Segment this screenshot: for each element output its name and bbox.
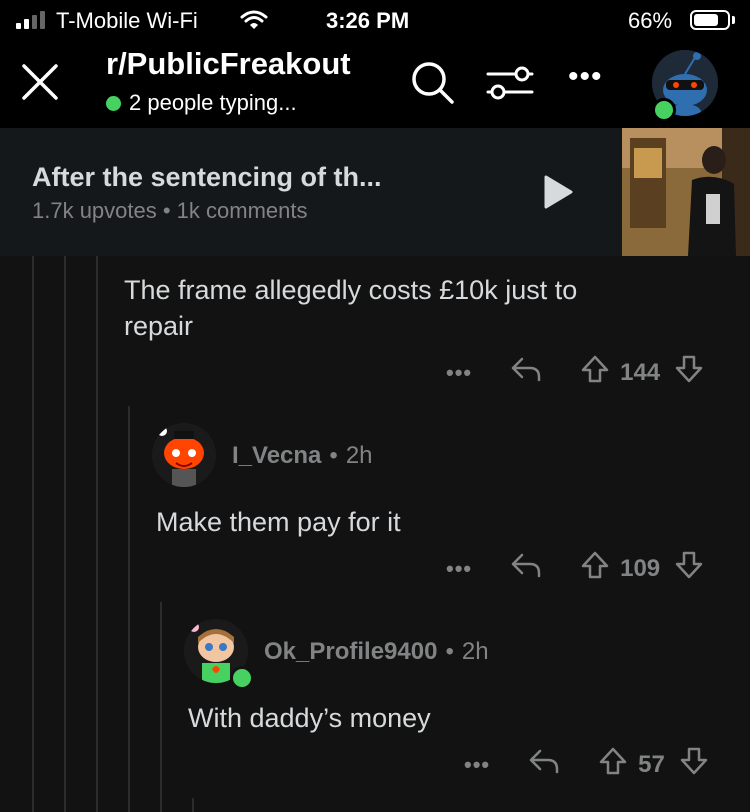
vote-count: 57 (638, 750, 665, 778)
reply-button[interactable] (510, 552, 542, 585)
typing-indicator: 2 people typing... (106, 90, 297, 116)
upvote-button[interactable] (580, 550, 610, 587)
upvote-arrow-icon (581, 355, 609, 383)
thread-line[interactable] (192, 798, 194, 812)
comment-body: The frame allegedly costs £10k just to r… (124, 275, 578, 341)
thread-line[interactable] (96, 256, 98, 812)
snoo-avatar-icon (152, 423, 216, 487)
downvote-button[interactable] (674, 550, 704, 587)
downvote-arrow-icon (675, 355, 703, 383)
play-icon (544, 175, 573, 209)
upvote-button[interactable] (580, 354, 610, 391)
thread-line[interactable] (128, 406, 130, 812)
vote-count: 109 (620, 554, 661, 582)
typing-label: 2 people typing... (129, 90, 297, 115)
search-button[interactable] (408, 58, 456, 111)
thread-line[interactable] (32, 256, 34, 812)
upvote-button[interactable] (598, 746, 628, 783)
comment-thread: The frame allegedly costs £10k just to r… (0, 256, 750, 812)
sort-filter-button[interactable] (486, 64, 534, 109)
filter-sliders-icon (486, 66, 534, 100)
comment-age: 2h (345, 442, 373, 469)
reply-arrow-icon (511, 553, 541, 578)
avatar[interactable] (152, 423, 216, 487)
vote-count: 144 (620, 358, 661, 386)
signal-icon (16, 11, 45, 29)
battery-icon (690, 10, 730, 30)
post-thumbnail[interactable] (622, 128, 750, 256)
comment-age: 2h (461, 638, 489, 665)
comment-body: Make them pay for it (156, 507, 401, 537)
online-dot-icon (106, 95, 121, 111)
comment-header: I_Vecna • 2h (232, 442, 373, 470)
downvote-button[interactable] (674, 354, 704, 391)
downvote-arrow-icon (680, 747, 708, 775)
upvote-arrow-icon (581, 551, 609, 579)
battery-percent: 66% (628, 8, 673, 33)
video-thumbnail-image (622, 128, 750, 256)
header: r/PublicFreakout 2 people typing... ••• (0, 40, 750, 128)
downvote-arrow-icon (675, 551, 703, 579)
subreddit-title[interactable]: r/PublicFreakout (106, 46, 351, 82)
comment-actions: ••• 57 (464, 746, 709, 783)
wifi-icon (240, 9, 268, 36)
post-banner[interactable]: After the sentencing of th... 1.7k upvot… (0, 128, 750, 256)
comment-header: Ok_Profile9400 • 2h (264, 638, 489, 666)
close-icon (22, 64, 58, 100)
comment-body: With daddy’s money (188, 703, 431, 733)
post-title[interactable]: After the sentencing of th... (32, 162, 382, 193)
more-button[interactable]: ••• (464, 752, 490, 778)
play-button[interactable] (542, 174, 574, 215)
comment-actions: ••• 109 (446, 550, 704, 587)
more-button[interactable]: ••• (446, 556, 472, 582)
post-meta: 1.7k upvotes • 1k comments (32, 198, 308, 223)
author-username[interactable]: I_Vecna (232, 442, 321, 470)
reply-button[interactable] (528, 748, 560, 781)
downvote-button[interactable] (679, 746, 709, 783)
reply-arrow-icon (529, 749, 559, 774)
more-button[interactable]: ••• (446, 360, 472, 386)
close-button[interactable] (20, 62, 60, 102)
more-options-button[interactable]: ••• (568, 60, 603, 94)
thread-line[interactable] (64, 256, 66, 812)
search-icon (412, 62, 454, 104)
thread-line[interactable] (160, 602, 162, 812)
carrier-label: T-Mobile Wi-Fi (56, 8, 198, 33)
reply-button[interactable] (510, 356, 542, 389)
reply-arrow-icon (511, 357, 541, 382)
comment-actions: ••• 144 (446, 354, 704, 391)
clock: 3:26 PM (326, 8, 410, 33)
status-bar: T-Mobile Wi-Fi 3:26 PM 66% (0, 0, 750, 40)
author-username[interactable]: Ok_Profile9400 (264, 638, 437, 666)
upvote-arrow-icon (599, 747, 627, 775)
online-status-icon (230, 666, 254, 690)
online-status-icon (652, 98, 676, 122)
